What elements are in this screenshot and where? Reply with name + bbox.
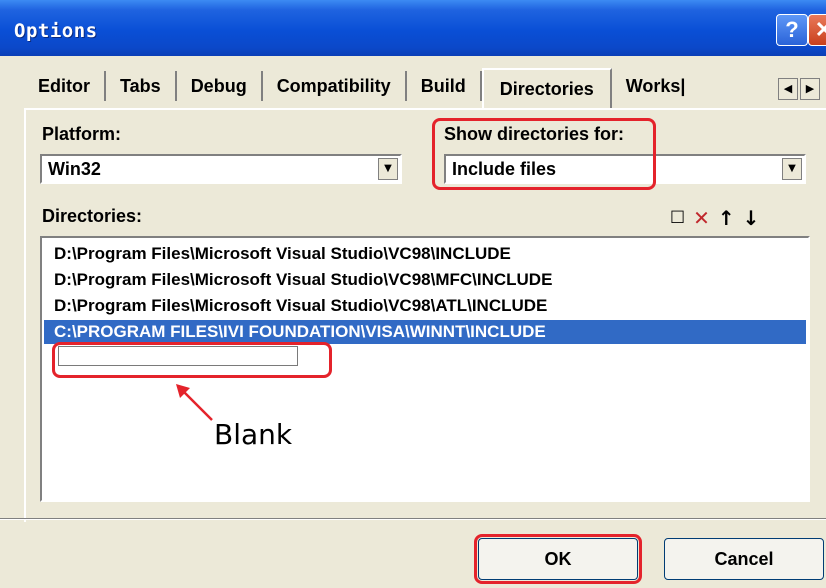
tab-scroll-left-icon[interactable]: ◀ — [778, 78, 798, 100]
new-folder-icon[interactable]: □ — [670, 206, 685, 230]
tab-compatibility[interactable]: Compatibility — [263, 71, 407, 101]
title-bar[interactable]: Options ? ✕ — [0, 0, 826, 56]
cancel-button[interactable]: Cancel — [664, 538, 824, 580]
tab-strip: Editor Tabs Debug Compatibility Build Di… — [24, 66, 700, 108]
close-button[interactable]: ✕ — [808, 14, 826, 46]
list-item[interactable]: D:\Program Files\Microsoft Visual Studio… — [54, 294, 547, 318]
directories-label: Directories: — [42, 206, 143, 226]
annotation-blank-text: Blank — [214, 418, 293, 451]
chevron-down-icon[interactable]: ▼ — [782, 158, 802, 180]
help-button[interactable]: ? — [776, 14, 808, 46]
highlight-blank-entry — [52, 342, 332, 378]
platform-label: Platform: — [42, 124, 122, 144]
list-item[interactable]: D:\Program Files\Microsoft Visual Studio… — [54, 268, 552, 292]
tab-editor[interactable]: Editor — [24, 71, 106, 101]
directory-actions: □ ✕ ↑ ↓ — [670, 206, 759, 230]
list-item[interactable]: D:\Program Files\Microsoft Visual Studio… — [54, 242, 511, 266]
chevron-down-icon[interactable]: ▼ — [378, 158, 398, 180]
tab-directories[interactable]: Directories — [481, 68, 612, 108]
footer-divider — [0, 518, 826, 520]
highlight-ok — [474, 534, 642, 584]
move-up-icon[interactable]: ↑ — [718, 206, 735, 230]
tab-debug[interactable]: Debug — [177, 71, 263, 101]
tab-workspace[interactable]: Works| — [612, 71, 700, 101]
tab-scroll-right-icon[interactable]: ▶ — [800, 78, 820, 100]
annotation-arrow-icon — [176, 384, 213, 421]
tab-tabs[interactable]: Tabs — [106, 71, 177, 101]
highlight-show-directories — [432, 118, 656, 190]
window-title: Options — [14, 20, 98, 42]
delete-icon[interactable]: ✕ — [693, 206, 710, 230]
move-down-icon[interactable]: ↓ — [743, 206, 760, 230]
platform-value: Win32 — [48, 159, 101, 179]
tab-build[interactable]: Build — [407, 71, 482, 101]
platform-select[interactable]: Win32 ▼ — [40, 154, 402, 184]
tab-scroll-buttons: ◀ ▶ — [778, 78, 822, 100]
list-item-selected[interactable]: C:\PROGRAM FILES\IVI FOUNDATION\VISA\WIN… — [44, 320, 806, 344]
